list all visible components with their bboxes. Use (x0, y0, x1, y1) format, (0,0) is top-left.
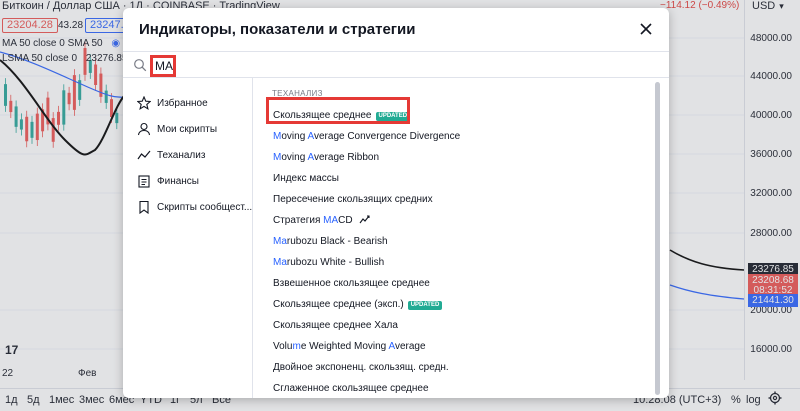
match-highlight: Ma (273, 257, 287, 268)
sidebar-item-technicals[interactable]: Теханализ (123, 144, 253, 168)
app-root: Биткоин / Доллар США · 1Д · COINBASE · T… (0, 0, 800, 411)
result-label: oving (281, 131, 308, 142)
bookmark-icon (137, 200, 151, 215)
result-item-macd[interactable]: Moving Average Convergence Divergence (273, 130, 460, 144)
result-item-ma-cross[interactable]: Пересечение скользящих средних (273, 193, 433, 207)
result-item-ma-ribbon[interactable]: Moving Average Ribbon (273, 151, 379, 165)
result-item-marubozu-white[interactable]: Marubozu White - Bullish (273, 256, 384, 270)
match-highlight: m (292, 341, 301, 352)
star-icon (136, 95, 152, 110)
annotation-highlight-box (266, 97, 410, 124)
dialog-title: Индикаторы, показатели и стратегии (139, 21, 416, 38)
chart-icon (137, 148, 151, 162)
result-label: Сглаженное скользящее среднее (273, 383, 429, 394)
result-label: verage Convergence Divergence (313, 131, 461, 142)
match-highlight: MA (323, 215, 339, 226)
category-sidebar: Избранное Мои скрипты Теханализ Финансы … (123, 78, 253, 398)
result-label: oving (281, 152, 308, 163)
search-input[interactable] (150, 55, 176, 77)
search-icon (133, 58, 147, 72)
user-icon (137, 122, 151, 136)
results-scrollbar[interactable] (655, 82, 660, 395)
sidebar-item-label: Финансы (157, 176, 199, 187)
result-label: rubozu Black - Bearish (286, 236, 388, 247)
match-highlight: Ma (273, 236, 287, 247)
sidebar-item-financials[interactable]: Финансы (123, 170, 253, 194)
result-label: verage Ribbon (313, 152, 380, 163)
sidebar-item-community-scripts[interactable]: Скрипты сообщест... (123, 196, 253, 220)
result-item-smma[interactable]: Сглаженное скользящее среднее (273, 382, 429, 396)
results-panel: ТЕХАНАЛИЗ Скользящее среднее UPDATED Movi… (254, 78, 669, 398)
indicators-dialog: Индикаторы, показатели и стратегии Избра… (123, 8, 669, 398)
updated-badge: UPDATED (407, 301, 443, 310)
result-label: Двойное экспоненц. скользящ. средн. (273, 362, 449, 373)
result-label: Пересечение скользящих средних (273, 194, 433, 205)
strategy-icon (359, 214, 371, 224)
sidebar-item-label: Мои скрипты (157, 124, 218, 135)
result-item-mass-index[interactable]: Индекс массы (273, 172, 339, 186)
sidebar-item-label: Скрипты сообщест... (157, 202, 253, 213)
sidebar-item-favorites[interactable]: Избранное (123, 92, 253, 116)
result-item-ema[interactable]: Скользящее среднее (эксп.) UPDATED (273, 298, 443, 312)
result-label: Volu (273, 341, 293, 352)
result-label: Стратегия (273, 215, 324, 226)
sidebar-item-label: Избранное (157, 98, 208, 109)
result-label: Скользящее среднее (эксп.) (273, 299, 404, 310)
result-label: rubozu White - Bullish (286, 257, 385, 268)
sidebar-item-my-scripts[interactable]: Мои скрипты (123, 118, 253, 142)
result-item-dema[interactable]: Двойное экспоненц. скользящ. средн. (273, 361, 449, 375)
result-item-hma[interactable]: Скользящее среднее Хала (273, 319, 398, 333)
finance-icon (137, 174, 151, 188)
result-label: Взвешенное скользящее среднее (273, 278, 430, 289)
result-label: Индекс массы (273, 173, 339, 184)
result-label: Скользящее среднее Хала (273, 320, 398, 331)
result-item-vwma[interactable]: Volume Weighted Moving Average (273, 340, 426, 354)
sidebar-item-label: Теханализ (157, 150, 206, 161)
result-item-wma[interactable]: Взвешенное скользящее среднее (273, 277, 430, 291)
result-label: verage (394, 341, 426, 352)
close-icon[interactable] (635, 18, 657, 40)
search-row (123, 51, 669, 78)
result-label: e Weighted Moving (300, 341, 389, 352)
result-item-macd-strategy[interactable]: Стратегия MACD (273, 214, 371, 228)
result-item-marubozu-black[interactable]: Marubozu Black - Bearish (273, 235, 388, 249)
result-label: CD (338, 215, 353, 226)
